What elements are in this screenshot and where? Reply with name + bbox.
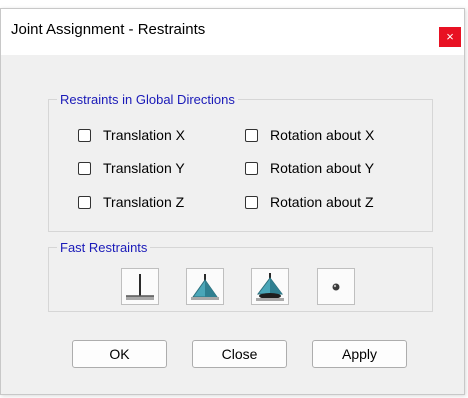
checkbox-label: Translation Y xyxy=(103,160,185,176)
translation-z-checkbox[interactable]: Translation Z xyxy=(78,194,184,210)
dialog-body: Restraints in Global Directions Translat… xyxy=(1,55,464,394)
checkbox-box[interactable] xyxy=(245,128,258,142)
translation-x-checkbox[interactable]: Translation X xyxy=(78,127,185,143)
pinned-support-icon xyxy=(191,274,219,300)
close-icon: × xyxy=(446,29,454,44)
restraints-group-legend: Restraints in Global Directions xyxy=(60,92,235,107)
pinned-support-button[interactable] xyxy=(186,268,224,305)
translation-y-checkbox[interactable]: Translation Y xyxy=(78,160,185,176)
restraints-dialog: Joint Assignment - Restraints × Restrain… xyxy=(0,8,465,395)
checkbox-box[interactable] xyxy=(78,128,91,142)
checkbox-label: Rotation about Y xyxy=(270,160,375,176)
window-title: Joint Assignment - Restraints xyxy=(11,21,206,38)
fast-restraints-legend: Fast Restraints xyxy=(60,240,148,255)
fast-restraints-group: Fast Restraints xyxy=(48,240,433,312)
fixed-support-button[interactable] xyxy=(121,268,159,305)
checkbox-box[interactable] xyxy=(78,161,91,175)
free-joint-icon xyxy=(332,283,340,291)
rotation-z-checkbox[interactable]: Rotation about Z xyxy=(245,194,374,210)
checkbox-box[interactable] xyxy=(245,195,258,209)
apply-button[interactable]: Apply xyxy=(312,340,407,368)
close-window-button[interactable]: × xyxy=(439,27,461,47)
close-button[interactable]: Close xyxy=(192,340,287,368)
checkbox-label: Rotation about X xyxy=(270,127,375,143)
free-joint-button[interactable] xyxy=(317,268,355,305)
rotation-x-checkbox[interactable]: Rotation about X xyxy=(245,127,374,143)
checkbox-label: Rotation about Z xyxy=(270,194,374,210)
checkbox-label: Translation Z xyxy=(103,194,185,210)
fixed-support-icon xyxy=(126,274,154,300)
roller-support-icon xyxy=(256,273,284,301)
checkbox-label: Translation X xyxy=(103,127,185,143)
title-bar[interactable]: Joint Assignment - Restraints × xyxy=(1,9,464,55)
checkbox-box[interactable] xyxy=(78,195,91,209)
rotation-y-checkbox[interactable]: Rotation about Y xyxy=(245,160,374,176)
roller-support-button[interactable] xyxy=(251,268,289,305)
ok-button[interactable]: OK xyxy=(72,340,167,368)
checkbox-box[interactable] xyxy=(245,161,258,175)
